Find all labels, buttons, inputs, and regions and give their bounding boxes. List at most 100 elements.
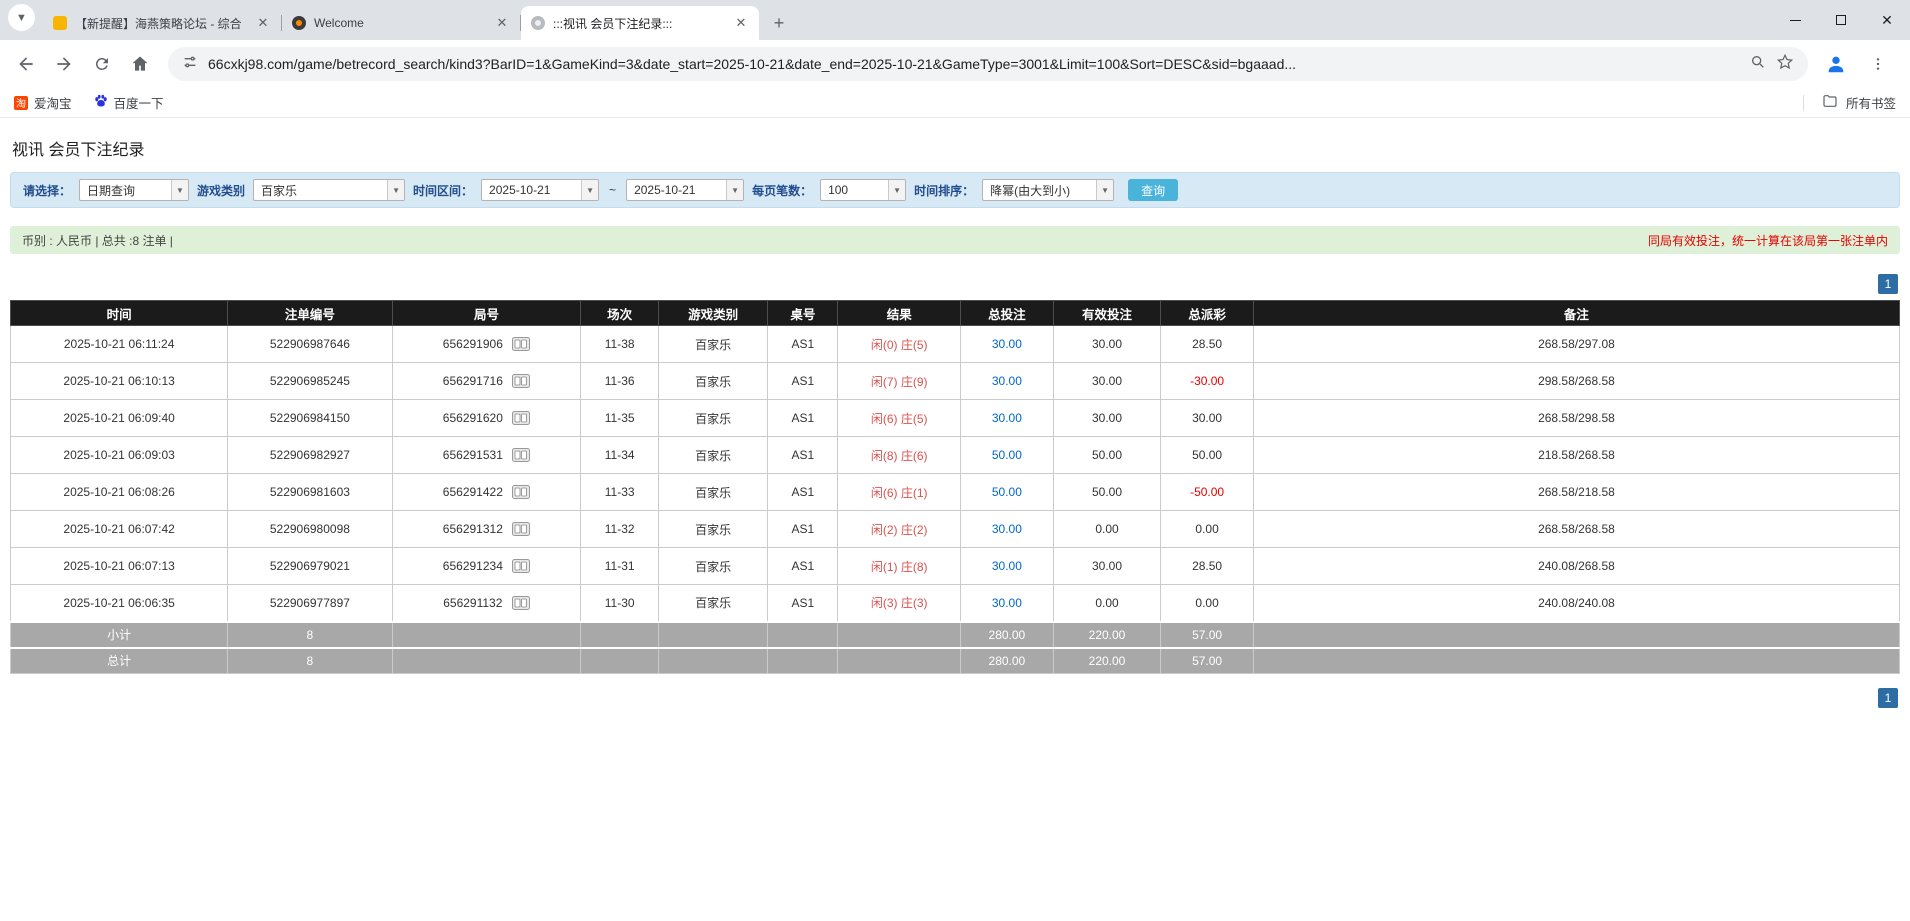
game-result-icon[interactable] (512, 559, 531, 573)
game-result-icon[interactable] (512, 448, 531, 462)
close-tab-icon[interactable]: ✕ (494, 15, 510, 31)
cell-note: 268.58/298.58 (1252, 399, 1901, 437)
cell-bet-id: 522906981603 (227, 473, 393, 511)
close-window-button[interactable]: ✕ (1864, 0, 1910, 40)
col-valid-bet: 有效投注 (1052, 300, 1162, 326)
bookmark-baidu[interactable]: 百度一下 (94, 93, 164, 112)
all-bookmarks[interactable]: 所有书签 (1802, 93, 1896, 112)
tab-bet-records[interactable]: :::视讯 会员下注纪录::: ✕ (521, 6, 759, 40)
result-banker: 庄(8) (900, 559, 928, 574)
cell-payout: -50.00 (1160, 473, 1254, 511)
subtotal-count: 8 (227, 620, 393, 648)
result-player: 闲(7) (870, 374, 898, 389)
cell-bet-id: 522906987646 (227, 325, 393, 363)
cell-result: 闲(7) 庄(9) (837, 362, 962, 400)
cell-total-bet[interactable]: 50.00 (960, 436, 1054, 474)
home-button[interactable] (122, 46, 158, 82)
table-row: 2025-10-21 06:07:42 522906980098 6562913… (9, 510, 1901, 548)
tab-title: :::视讯 会员下注纪录::: (553, 16, 673, 31)
cell-payout: 28.50 (1160, 325, 1254, 363)
refresh-button[interactable] (84, 46, 120, 82)
game-result-icon[interactable] (512, 374, 531, 388)
page-size-select[interactable]: 100 ▼ (820, 179, 907, 201)
game-result-icon[interactable] (512, 485, 531, 499)
query-type-label: 请选择： (23, 183, 72, 198)
result-player: 闲(3) (870, 596, 898, 611)
browser-menu-button[interactable] (1860, 46, 1896, 82)
cell-empty (657, 620, 769, 648)
cell-result: 闲(0) 庄(5) (837, 325, 962, 363)
back-button[interactable] (8, 46, 44, 82)
game-type-label: 游戏类别 (197, 183, 246, 198)
address-bar[interactable]: 66cxkj98.com/game/betrecord_search/kind3… (168, 47, 1808, 81)
bookmark-star-icon[interactable] (1776, 53, 1794, 76)
result-player: 闲(2) (870, 522, 898, 537)
cell-total-bet[interactable]: 30.00 (960, 362, 1054, 400)
site-settings-icon[interactable] (182, 54, 198, 75)
query-type-select[interactable]: 日期查询 ▼ (79, 179, 190, 201)
chevron-down-icon: ▼ (581, 180, 599, 200)
game-result-icon[interactable] (511, 595, 530, 610)
cell-valid-bet: 30.00 (1052, 399, 1162, 437)
bookmark-taobao[interactable]: 淘 爱淘宝 (14, 93, 72, 112)
cell-round-id: 656291132 (391, 584, 582, 622)
cell-total-bet[interactable]: 30.00 (960, 325, 1054, 363)
game-type-select[interactable]: 百家乐 ▼ (253, 179, 406, 201)
chevron-down-icon: ▼ (16, 11, 27, 24)
date-start-picker[interactable]: 2025-10-21 ▼ (481, 179, 600, 201)
round-id-text: 656291906 (442, 337, 503, 351)
cell-bet-id: 522906984150 (227, 399, 393, 437)
page-number-button[interactable]: 1 (1878, 688, 1898, 708)
summary-bar: 币别 : 人民币 | 总共 :8 注单 | 同局有效投注，统一计算在该局第一张注… (10, 226, 1900, 254)
cell-result: 闲(8) 庄(6) (837, 436, 962, 474)
tab-forum[interactable]: 【新提醒】海燕策略论坛 - 综合 ✕ (43, 6, 281, 40)
cell-total-bet[interactable]: 30.00 (960, 547, 1054, 585)
chevron-down-icon: ▼ (171, 180, 189, 200)
cell-empty (1252, 646, 1901, 674)
cell-result: 闲(1) 庄(8) (837, 547, 962, 585)
close-tab-icon[interactable]: ✕ (733, 15, 749, 31)
cell-round-id: 656291234 (391, 547, 582, 585)
maximize-button[interactable] (1818, 0, 1864, 40)
date-range-tilde: ~ (609, 183, 617, 197)
cell-bet-id: 522906980098 (227, 510, 393, 548)
tab-welcome[interactable]: Welcome ✕ (282, 6, 520, 40)
date-start-value: 2025-10-21 (489, 183, 551, 197)
tab-search-button[interactable]: ▼ (8, 4, 35, 31)
cell-note: 268.58/218.58 (1252, 473, 1901, 511)
cell-total-bet[interactable]: 30.00 (960, 399, 1054, 437)
game-result-icon[interactable] (512, 522, 531, 536)
pagination-top: 1 (12, 274, 1898, 294)
game-result-icon[interactable] (512, 337, 531, 351)
round-id-text: 656291422 (442, 485, 503, 499)
zoom-icon[interactable] (1750, 54, 1766, 75)
game-result-icon[interactable] (512, 411, 531, 425)
cell-total-bet[interactable]: 30.00 (960, 510, 1054, 548)
cell-table-no: AS1 (767, 473, 839, 511)
new-tab-button[interactable]: + (765, 9, 793, 37)
search-button[interactable]: 查询 (1128, 179, 1179, 201)
date-end-picker[interactable]: 2025-10-21 ▼ (626, 179, 745, 201)
cell-bet-id: 522906985245 (227, 362, 393, 400)
close-tab-icon[interactable]: ✕ (255, 15, 271, 31)
cell-table-no: AS1 (767, 510, 839, 548)
page-number-button[interactable]: 1 (1878, 274, 1898, 294)
minimize-button[interactable] (1772, 0, 1818, 40)
forward-button[interactable] (46, 46, 82, 82)
cell-total-bet[interactable]: 50.00 (960, 473, 1054, 511)
cell-payout: 30.00 (1160, 399, 1254, 437)
cell-empty (837, 620, 962, 648)
cell-valid-bet: 30.00 (1052, 325, 1162, 363)
cell-time: 2025-10-21 06:06:35 (9, 584, 229, 622)
url-text[interactable]: 66cxkj98.com/game/betrecord_search/kind3… (208, 56, 1740, 72)
cell-bet-id: 522906982927 (227, 436, 393, 474)
baidu-paw-icon (94, 94, 108, 111)
sort-select[interactable]: 降幂(由大到小) ▼ (982, 179, 1115, 201)
cell-game-type: 百家乐 (657, 362, 769, 400)
cell-session: 11-34 (580, 436, 659, 474)
close-icon: ✕ (1881, 11, 1893, 28)
cell-table-no: AS1 (767, 547, 839, 585)
header-row: 时间 注单编号 局号 场次 游戏类别 桌号 结果 总投注 有效投注 总派彩 备注 (9, 300, 1901, 326)
cell-total-bet[interactable]: 30.00 (960, 584, 1054, 622)
profile-avatar[interactable] (1818, 46, 1854, 82)
